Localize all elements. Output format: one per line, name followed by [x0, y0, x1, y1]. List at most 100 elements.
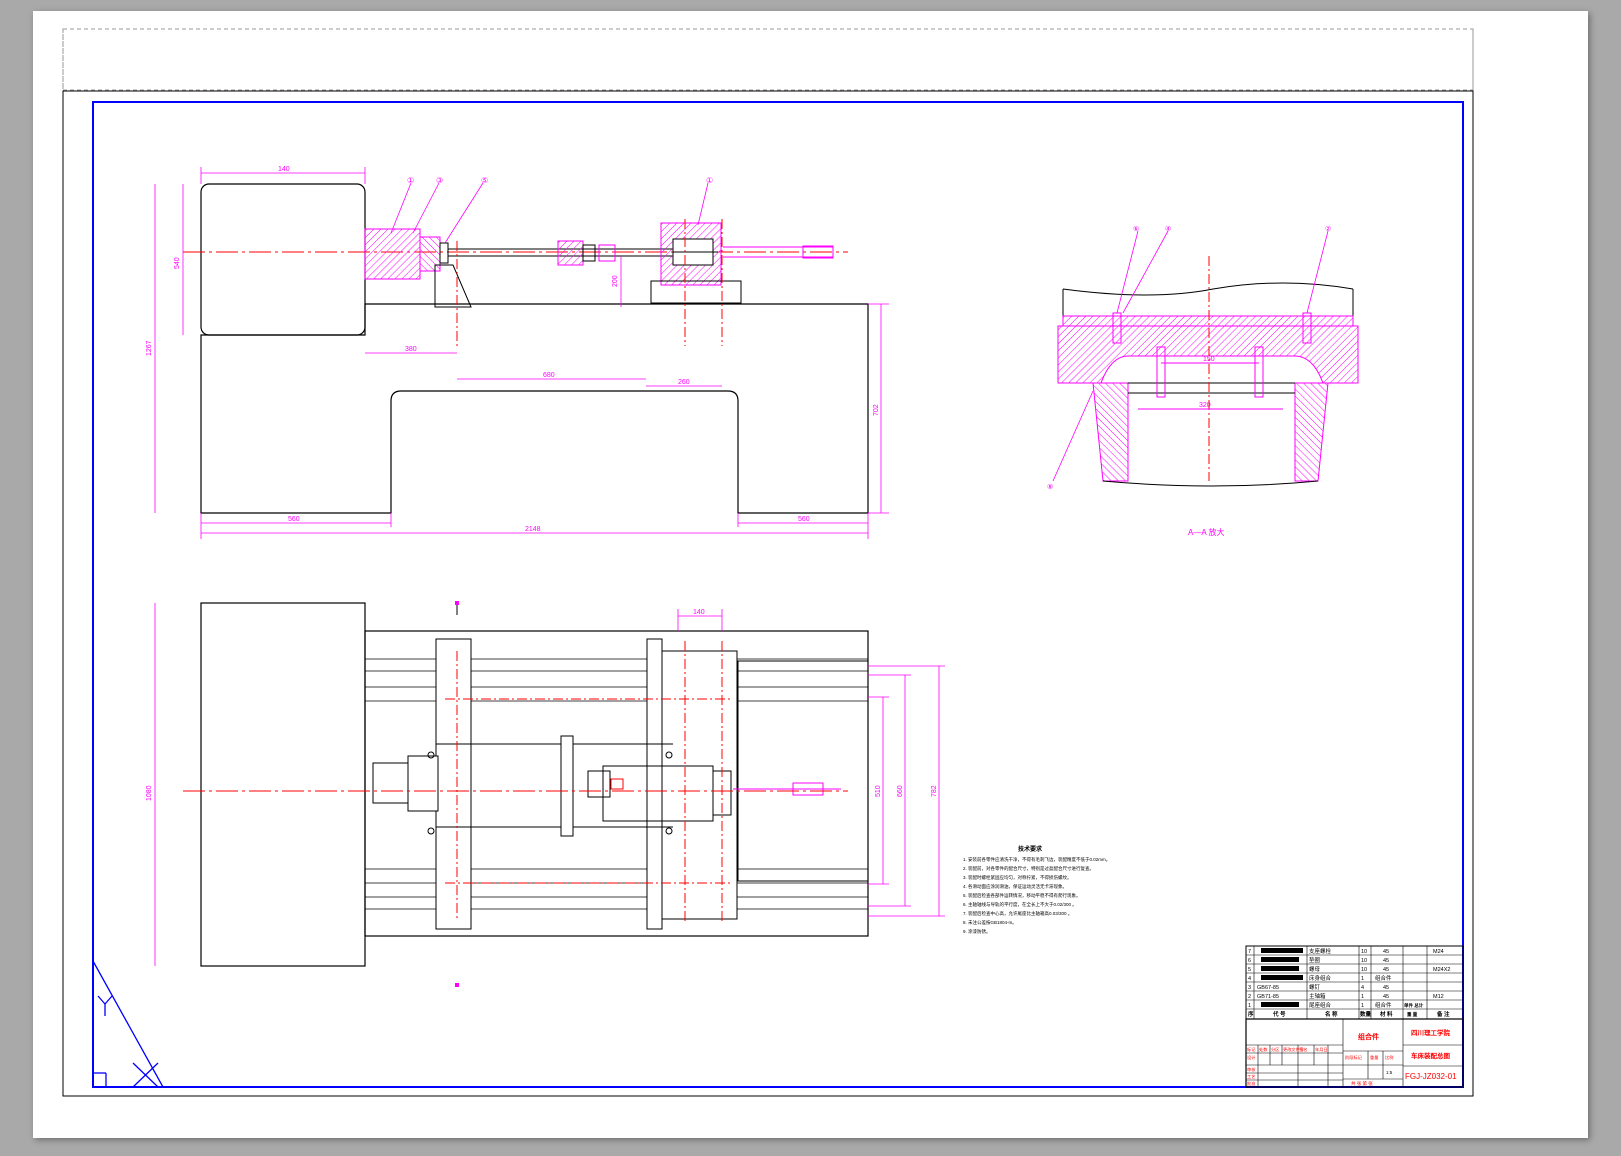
bom-row-4: 4 床身组合 1 组合件	[1248, 974, 1392, 982]
svg-text:审核: 审核	[1247, 1066, 1256, 1073]
bom-row-7: 7 支座螺栓 10 45 M24	[1248, 947, 1444, 955]
svg-text:45: 45	[1383, 994, 1389, 1000]
drawing-sheet: ① ③ ⑤ ① 140 1267 540 380 680 260 200 702…	[33, 11, 1588, 1138]
svg-text:10: 10	[1361, 958, 1367, 964]
svg-text:比例: 比例	[1385, 1054, 1393, 1061]
svg-text:⑤: ⑤	[481, 176, 488, 185]
svg-text:序: 序	[1247, 1010, 1254, 1018]
svg-text:140: 140	[278, 166, 290, 173]
bom-row-1: 1 尾座组合 1 组合件	[1248, 1001, 1392, 1009]
print-area-top	[62, 28, 1474, 91]
svg-text:560: 560	[798, 516, 810, 523]
svg-text:680: 680	[543, 372, 555, 379]
title-scale: 1:5	[1386, 1070, 1393, 1075]
svg-text:4. 各滑动面应涂润滑油，保证运动灵活无卡滞现象。: 4. 各滑动面应涂润滑油，保证运动灵活无卡滞现象。	[963, 883, 1067, 890]
svg-text:GB67-85: GB67-85	[1257, 985, 1279, 991]
svg-text:①: ①	[407, 176, 414, 185]
title-sheet: 共 张 第 张	[1351, 1080, 1373, 1087]
svg-text:2: 2	[1248, 994, 1251, 1000]
svg-text:处数: 处数	[1259, 1046, 1268, 1053]
svg-text:③: ③	[436, 176, 443, 185]
bom-row-5: 5 螺母 10 45 M24X2	[1248, 965, 1450, 973]
svg-text:1: 1	[1361, 976, 1364, 982]
svg-text:1: 1	[1361, 1003, 1364, 1009]
svg-text:M24: M24	[1433, 949, 1444, 955]
svg-text:702: 702	[873, 404, 880, 416]
svg-text:组合件: 组合件	[1375, 974, 1392, 982]
svg-text:技术要求: 技术要求	[1018, 845, 1043, 853]
svg-text:⑥: ⑥	[1133, 225, 1139, 233]
svg-text:7. 装配后检查中心高，允许尾座比主轴箱高0.03/300: 7. 装配后检查中心高，允许尾座比主轴箱高0.03/300 。	[963, 910, 1072, 917]
svg-text:材 料: 材 料	[1380, 1010, 1393, 1018]
svg-text:45: 45	[1383, 967, 1389, 973]
svg-text:年月日: 年月日	[1315, 1046, 1328, 1053]
svg-text:5: 5	[1248, 967, 1251, 973]
svg-text:M24X2: M24X2	[1433, 967, 1450, 973]
svg-text:床身组合: 床身组合	[1309, 974, 1332, 982]
svg-text:2. 装配前，对各零件的配合尺寸，特别是过盈配合尺寸进行复查: 2. 装配前，对各零件的配合尺寸，特别是过盈配合尺寸进行复查。	[963, 865, 1094, 872]
svg-text:10: 10	[1361, 967, 1367, 973]
svg-text:200: 200	[612, 275, 619, 287]
svg-text:标记: 标记	[1247, 1046, 1256, 1053]
svg-text:阶段标记: 阶段标记	[1345, 1054, 1363, 1061]
corner-mark	[92, 960, 165, 1088]
svg-text:510: 510	[875, 785, 882, 797]
title-material: 组合件	[1358, 1032, 1379, 1041]
outer-frame	[62, 90, 1474, 1097]
svg-text:备 注: 备 注	[1436, 1010, 1450, 1018]
svg-text:8. 未注公差按GB1804-m。: 8. 未注公差按GB1804-m。	[963, 919, 1017, 926]
svg-text:45: 45	[1383, 949, 1389, 955]
svg-text:名 称: 名 称	[1325, 1010, 1338, 1018]
svg-text:分区: 分区	[1271, 1046, 1279, 1053]
svg-text:7: 7	[1248, 949, 1251, 955]
title-drawing-no: FGJ-JZ032-01	[1405, 1072, 1457, 1081]
headstock-block	[200, 183, 366, 336]
svg-text:主轴箱: 主轴箱	[1309, 992, 1326, 1000]
svg-text:1: 1	[1361, 994, 1364, 1000]
svg-text:螺钉: 螺钉	[1309, 983, 1321, 991]
svg-text:660: 660	[897, 785, 904, 797]
title-block: 标记 处数 分区 更改文件号 签名 年月日 设计 审核 工艺 批准 阶段标记 重…	[1245, 1018, 1464, 1088]
svg-text:45: 45	[1383, 985, 1389, 991]
svg-text:②: ②	[1325, 225, 1331, 233]
svg-text:签名: 签名	[1299, 1046, 1307, 1053]
svg-text:3. 装配时螺栓紧固应均匀，对称拧紧，不得损伤螺纹。: 3. 装配时螺栓紧固应均匀，对称拧紧，不得损伤螺纹。	[963, 874, 1072, 881]
title-drawing-name: 车床装配总图	[1411, 1051, 1451, 1060]
svg-text:45: 45	[1383, 958, 1389, 964]
svg-text:2148: 2148	[525, 526, 541, 533]
svg-text:④: ④	[1165, 225, 1171, 233]
svg-text:M12: M12	[1433, 994, 1444, 1000]
section-caption: A—A 放大	[1188, 527, 1224, 537]
chuck-section	[364, 228, 421, 280]
svg-text:4: 4	[1248, 976, 1251, 982]
svg-text:540: 540	[174, 257, 181, 269]
svg-text:320: 320	[1199, 402, 1211, 409]
svg-text:140: 140	[693, 609, 705, 616]
front-view: ① ③ ⑤ ① 140 1267 540 380 680 260 200 702…	[146, 166, 889, 539]
svg-text:782: 782	[931, 785, 938, 797]
svg-text:数量: 数量	[1360, 1010, 1372, 1018]
svg-text:10: 10	[1361, 949, 1367, 955]
svg-text:1080: 1080	[146, 785, 153, 801]
title-school: 四川理工学院	[1411, 1028, 1451, 1037]
svg-text:重量: 重量	[1370, 1054, 1378, 1061]
section-view: ⑥ ④ ② ⑧ 150 320 A—A 放大	[1047, 225, 1359, 537]
svg-text:尾座组合: 尾座组合	[1309, 1001, 1332, 1009]
svg-text:9. 涂漆防锈。: 9. 涂漆防锈。	[963, 928, 991, 935]
svg-text:批准: 批准	[1247, 1080, 1255, 1087]
svg-text:1267: 1267	[146, 340, 153, 356]
svg-text:⑧: ⑧	[1047, 483, 1053, 491]
svg-text:6. 主轴轴线与导轨的平行度，在全长上不大于0.02/300: 6. 主轴轴线与导轨的平行度，在全长上不大于0.02/300 。	[963, 901, 1077, 908]
bed-body	[200, 303, 869, 514]
svg-text:设计: 设计	[1247, 1054, 1255, 1061]
bom-row-3: 3 GB67-85 螺钉 4 45	[1248, 983, 1389, 991]
cad-drawing: ① ③ ⑤ ① 140 1267 540 380 680 260 200 702…	[62, 28, 1474, 1097]
svg-text:GB71-85: GB71-85	[1257, 994, 1279, 1000]
svg-text:150: 150	[1203, 356, 1215, 363]
svg-text:560: 560	[288, 516, 300, 523]
bom-row-2: 2 GB71-85 主轴箱 1 45 M12	[1248, 992, 1444, 1000]
svg-text:代 号: 代 号	[1272, 1010, 1286, 1018]
svg-text:螺母: 螺母	[1309, 965, 1321, 973]
svg-text:1. 安装前各零件应清洗干净，不得有毛刺飞边，装配精度不低于: 1. 安装前各零件应清洗干净，不得有毛刺飞边，装配精度不低于0.02mm。	[963, 856, 1110, 863]
inner-frame	[92, 101, 1464, 1088]
